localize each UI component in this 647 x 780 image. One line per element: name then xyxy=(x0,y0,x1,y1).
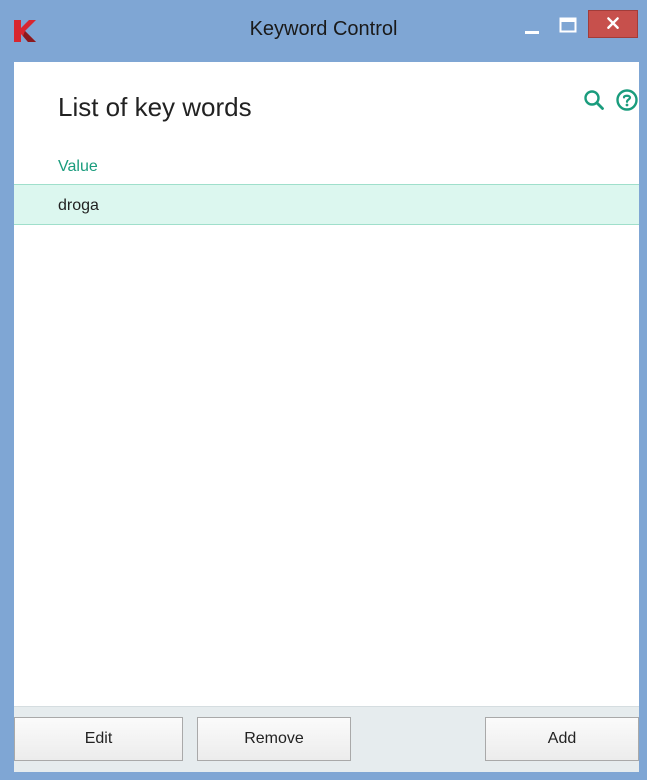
page-title: List of key words xyxy=(58,92,252,122)
remove-button[interactable]: Remove xyxy=(197,717,351,761)
help-icon[interactable] xyxy=(615,88,639,112)
maximize-icon[interactable] xyxy=(552,12,584,42)
close-icon[interactable] xyxy=(588,10,638,38)
search-icon[interactable] xyxy=(582,88,606,112)
edit-button[interactable]: Edit xyxy=(14,717,183,761)
title-bar[interactable]: Keyword Control xyxy=(0,0,647,62)
minimize-icon[interactable] xyxy=(516,12,548,42)
app-window: Keyword Control List of key words Value … xyxy=(0,0,647,780)
add-button[interactable]: Add xyxy=(485,717,639,761)
window-title: Keyword Control xyxy=(249,18,398,40)
list-item[interactable]: droga xyxy=(14,184,639,225)
keyword-list: droga xyxy=(14,184,639,225)
content-area: List of key words Value droga Edit Remov… xyxy=(14,62,639,772)
column-header-value[interactable]: Value xyxy=(58,158,98,176)
list-item-value: droga xyxy=(58,197,99,214)
action-bar: Edit Remove Add xyxy=(14,706,639,772)
